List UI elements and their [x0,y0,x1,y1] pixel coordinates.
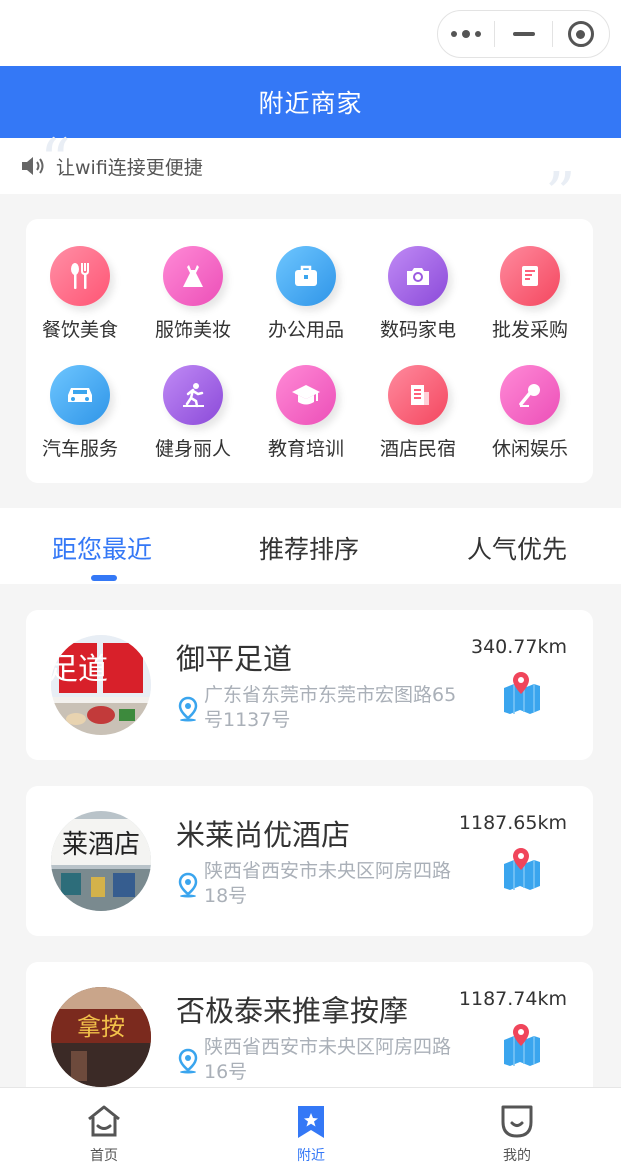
category-label: 休闲娱乐 [491,438,568,460]
more-dots-icon [451,30,482,38]
location-pin-icon [178,872,198,898]
hotel-building-icon [388,365,448,425]
merchant-distance: 1187.65km [458,812,567,834]
dress-icon [163,246,223,306]
mini-program-capsule [437,10,610,58]
runner-icon [163,365,223,425]
tabbar-label: 附近 [297,1148,325,1164]
category-label: 数码家电 [379,319,456,341]
map-navigation-icon[interactable] [500,848,544,890]
category-label: 教育培训 [267,438,344,460]
home-icon [88,1105,120,1137]
map-navigation-icon[interactable] [500,1024,544,1066]
location-pin-icon [178,696,198,722]
car-icon [50,365,110,425]
category-leisure[interactable]: 休闲娱乐 [474,365,586,461]
tabbar-item-mine[interactable]: 我的 [457,1088,577,1169]
user-face-icon [501,1105,533,1138]
category-auto[interactable]: 汽车服务 [24,365,136,461]
category-grid: 餐饮美食 服饰美妆 办公用品 数码家电 批发采购 汽车服务 健身丽人 教育培训 … [26,219,593,483]
category-label: 办公用品 [267,319,344,341]
category-fitness[interactable]: 健身丽人 [137,365,249,461]
minimize-icon [512,32,535,36]
category-fashion[interactable]: 服饰美妆 [137,246,249,342]
map-navigation-icon[interactable] [500,672,544,714]
category-label: 服饰美妆 [154,319,231,341]
tabbar-item-home[interactable]: 首页 [44,1088,164,1169]
bottom-tab-bar: 首页 附近 我的 [0,1087,621,1169]
merchant-address: 陕西省西安市未央区阿房四路16号 [204,1036,452,1083]
location-pin-icon [178,1048,198,1074]
merchant-card[interactable]: 莱酒店 米莱尚优酒店 陕西省西安市未央区阿房四路18号 1187.65km [26,786,593,936]
merchant-name: 否极泰来推拿按摩 [176,994,409,1028]
receipt-icon [500,246,560,306]
notice-bar[interactable]: 让wifi连接更便捷 [0,138,621,194]
briefcase-icon [276,246,336,306]
category-label: 酒店民宿 [379,438,456,460]
camera-icon [388,246,448,306]
photo-text: 拿按 [77,1013,125,1041]
merchant-address: 广东省东莞市东莞市宏图路65号1137号 [204,684,457,731]
fork-knife-icon [50,246,110,306]
microphone-icon [500,365,560,425]
category-wholesale[interactable]: 批发采购 [474,246,586,342]
category-office[interactable]: 办公用品 [250,246,362,342]
notice-text: 让wifi连接更便捷 [56,156,203,179]
more-options-button[interactable] [438,11,494,57]
close-button[interactable] [553,11,609,57]
merchant-photo: 莱酒店 [51,811,151,911]
category-label: 健身丽人 [154,438,231,460]
quote-open-decoration: “ [40,126,71,196]
page-header: 附近商家 [0,66,621,138]
category-label: 汽车服务 [41,438,118,460]
top-system-bar [0,0,621,66]
category-digital[interactable]: 数码家电 [362,246,474,342]
category-hotel[interactable]: 酒店民宿 [362,365,474,461]
graduation-cap-icon [276,365,336,425]
merchant-distance: 1187.74km [458,988,567,1010]
tab-popular[interactable]: 人气优先 [467,530,567,566]
close-target-icon [567,21,594,47]
tab-recommended[interactable]: 推荐排序 [259,530,359,566]
category-label: 批发采购 [491,319,568,341]
sort-tabs: 距您最近 推荐排序 人气优先 [0,508,621,584]
tabbar-item-nearby[interactable]: 附近 [251,1088,371,1169]
tabbar-label: 首页 [90,1148,118,1164]
bookmark-star-icon [298,1106,324,1138]
minimize-button[interactable] [495,11,551,57]
merchant-photo: 足道 [51,635,151,735]
category-dining[interactable]: 餐饮美食 [24,246,136,342]
category-education[interactable]: 教育培训 [250,365,362,461]
photo-text: 足道 [51,652,108,687]
merchant-name: 米莱尚优酒店 [176,818,351,852]
page-title: 附近商家 [258,89,363,118]
merchant-distance: 340.77km [471,636,567,658]
tabbar-label: 我的 [503,1148,531,1164]
category-label: 餐饮美食 [41,319,118,341]
tab-nearest[interactable]: 距您最近 [52,530,152,566]
merchant-address: 陕西省西安市未央区阿房四路18号 [204,860,452,907]
merchant-card[interactable]: 足道 御平足道 广东省东莞市东莞市宏图路65号1137号 340.77km [26,610,593,760]
merchant-photo: 拿按 [51,987,151,1087]
active-tab-indicator [91,575,117,581]
merchant-name: 御平足道 [176,642,293,676]
photo-text: 莱酒店 [62,830,140,860]
